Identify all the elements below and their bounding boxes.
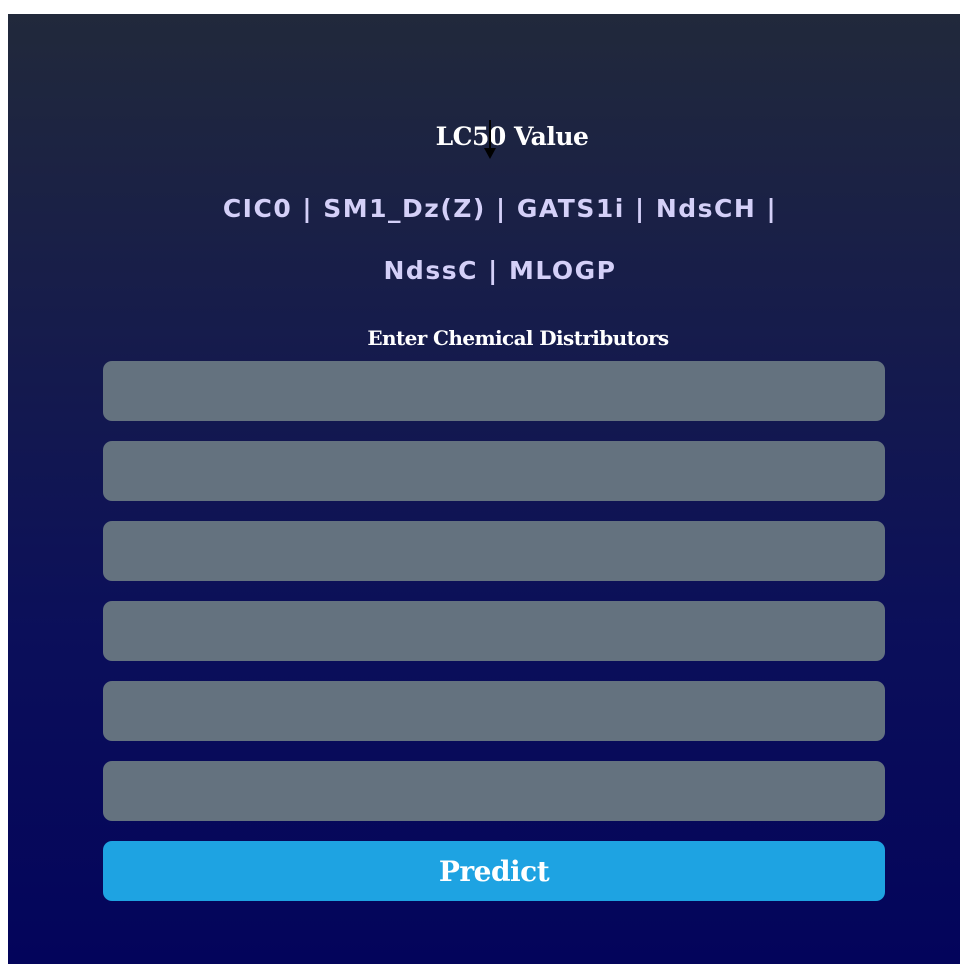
input-field-6[interactable] — [103, 761, 885, 821]
input-field-1[interactable] — [103, 361, 885, 421]
form-label: Enter Chemical Distributors — [367, 326, 669, 350]
input-field-2[interactable] — [103, 441, 885, 501]
input-field-4[interactable] — [103, 601, 885, 661]
page-title-text: LC50 Value — [435, 122, 589, 151]
page-title: LC50 Value — [8, 122, 960, 151]
feature-list-line-2: NdssC | MLOGP — [383, 256, 617, 285]
predict-button[interactable]: Predict — [103, 841, 885, 901]
feature-list-line-1: CIC0 | SM1_Dz(Z) | GATS1i | NdsCH | — [222, 194, 778, 223]
input-field-5[interactable] — [103, 681, 885, 741]
page-panel: LC50 Value CIC0 | SM1_Dz(Z) | GATS1i | N… — [8, 14, 960, 964]
input-field-3[interactable] — [103, 521, 885, 581]
